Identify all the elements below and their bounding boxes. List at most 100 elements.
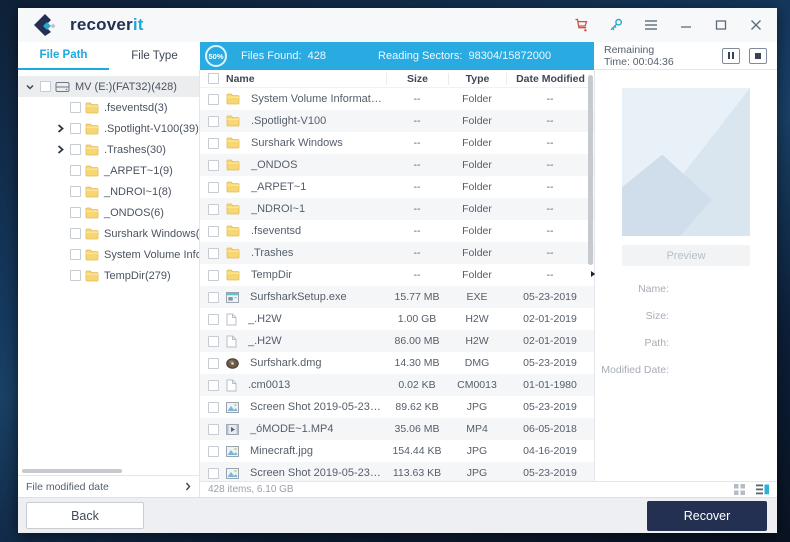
table-row[interactable]: .Spotlight-V100--Folder-- — [200, 110, 594, 132]
file-name: Minecraft.jpg — [250, 445, 313, 457]
checkbox[interactable] — [70, 228, 81, 239]
tree-item[interactable]: .fseventsd(3) — [18, 97, 199, 118]
table-row[interactable]: Surfshark.dmg14.30 MBDMG05-23-2019 — [200, 352, 594, 374]
table-row[interactable]: _ARPET~1--Folder-- — [200, 176, 594, 198]
tree-item[interactable]: _NDROI~1(8) — [18, 181, 199, 202]
checkbox[interactable] — [208, 270, 219, 281]
checkbox[interactable] — [70, 144, 81, 155]
select-all-checkbox[interactable] — [208, 73, 219, 84]
key-icon[interactable] — [607, 16, 625, 34]
checkbox[interactable] — [208, 116, 219, 127]
file-modified-date-footer[interactable]: File modified date — [18, 475, 199, 497]
column-name[interactable]: Name — [226, 73, 386, 85]
table-row[interactable]: Screen Shot 2019-05-23 at 15.24.17.j...8… — [200, 396, 594, 418]
file-date: -- — [506, 225, 594, 237]
column-type[interactable]: Type — [448, 73, 506, 85]
file-date: -- — [506, 203, 594, 215]
checkbox[interactable] — [208, 358, 219, 369]
tree-item-label: .Trashes(30) — [104, 144, 166, 156]
preview-button[interactable]: Preview — [622, 245, 750, 266]
cart-icon[interactable] — [572, 16, 590, 34]
table-row[interactable]: .Trashes--Folder-- — [200, 242, 594, 264]
tree-item[interactable]: Surshark Windows(21) — [18, 223, 199, 244]
file-size: 15.77 MB — [386, 291, 448, 303]
checkbox[interactable] — [208, 314, 219, 325]
file-size: -- — [386, 159, 448, 171]
table-row[interactable]: _ONDOS--Folder-- — [200, 154, 594, 176]
table-row[interactable]: _óMODE~1.MP435.06 MBMP406-05-2018 — [200, 418, 594, 440]
checkbox[interactable] — [208, 292, 219, 303]
chevron-right-icon[interactable] — [54, 145, 66, 154]
checkbox[interactable] — [208, 226, 219, 237]
column-date-modified[interactable]: Date Modified — [506, 73, 594, 85]
chevron-down-icon[interactable] — [24, 83, 36, 91]
menu-icon[interactable] — [642, 16, 660, 34]
table-row[interactable]: _NDROI~1--Folder-- — [200, 198, 594, 220]
tree-item[interactable]: _ONDOS(6) — [18, 202, 199, 223]
file-type: Folder — [448, 247, 506, 259]
checkbox[interactable] — [70, 186, 81, 197]
minimize-icon[interactable] — [677, 16, 695, 34]
checkbox[interactable] — [208, 402, 219, 413]
maximize-icon[interactable] — [712, 16, 730, 34]
checkbox[interactable] — [208, 336, 219, 347]
checkbox[interactable] — [70, 270, 81, 281]
tree-item[interactable]: TempDir(279) — [18, 265, 199, 286]
list-view-icon[interactable] — [756, 484, 769, 495]
checkbox[interactable] — [70, 249, 81, 260]
checkbox[interactable] — [208, 160, 219, 171]
checkbox[interactable] — [208, 248, 219, 259]
vertical-scrollbar[interactable] — [588, 75, 593, 265]
chevron-right-icon[interactable] — [54, 124, 66, 133]
remaining-time: Remaining Time: 00:04:36 — [594, 42, 777, 70]
stop-button[interactable] — [749, 48, 767, 64]
tree-root-drive[interactable]: MV (E:)(FAT32)(428) — [18, 76, 199, 97]
tab-file-type[interactable]: File Type — [109, 42, 200, 70]
table-row[interactable]: _.H2W86.00 MBH2W02-01-2019 — [200, 330, 594, 352]
table-row[interactable]: Minecraft.jpg154.44 KBJPG04-16-2019 — [200, 440, 594, 462]
table-row[interactable]: Screen Shot 2019-05-23 at 15.24.45.j...1… — [200, 462, 594, 481]
tree-item-label: Surshark Windows(21) — [104, 228, 199, 240]
grid-view-icon[interactable] — [734, 484, 745, 495]
pause-button[interactable] — [722, 48, 740, 64]
table-row[interactable]: .fseventsd--Folder-- — [200, 220, 594, 242]
checkbox[interactable] — [208, 182, 219, 193]
checkbox[interactable] — [208, 94, 219, 105]
tree-item[interactable]: .Spotlight-V100(39) — [18, 118, 199, 139]
checkbox[interactable] — [70, 165, 81, 176]
file-name: Surshark Windows — [251, 137, 343, 149]
checkbox[interactable] — [70, 102, 81, 113]
modified-date-field-label: Modified Date: — [595, 364, 669, 391]
table-row[interactable]: Surshark Windows--Folder-- — [200, 132, 594, 154]
checkbox[interactable] — [208, 446, 219, 457]
panel-expander-icon[interactable] — [590, 270, 596, 278]
back-button[interactable]: Back — [26, 502, 144, 529]
checkbox[interactable] — [208, 204, 219, 215]
tree-item[interactable]: _ARPET~1(9) — [18, 160, 199, 181]
table-row[interactable]: .cm00130.02 KBCM001301-01-1980 — [200, 374, 594, 396]
checkbox[interactable] — [208, 424, 219, 435]
column-size[interactable]: Size — [386, 73, 448, 85]
table-row[interactable]: _.H2W1.00 GBH2W02-01-2019 — [200, 308, 594, 330]
tree-item[interactable]: .Trashes(30) — [18, 139, 199, 160]
table-row[interactable]: System Volume Information--Folder-- — [200, 88, 594, 110]
tab-file-path[interactable]: File Path — [18, 42, 109, 70]
checkbox[interactable] — [208, 468, 219, 479]
tree-item-label: .fseventsd(3) — [104, 102, 168, 114]
tree-item[interactable]: System Volume Information(5) — [18, 244, 199, 265]
folder-icon — [85, 270, 99, 282]
horizontal-scrollbar[interactable] — [18, 467, 199, 475]
file-date: -- — [506, 93, 594, 105]
file-date: 05-23-2019 — [506, 291, 594, 303]
checkbox[interactable] — [40, 81, 51, 92]
table-row[interactable]: TempDir--Folder-- — [200, 264, 594, 286]
path-field-label: Path: — [595, 337, 669, 364]
checkbox[interactable] — [70, 207, 81, 218]
table-row[interactable]: SurfsharkSetup.exe15.77 MBEXE05-23-2019 — [200, 286, 594, 308]
folder-icon — [85, 165, 99, 177]
checkbox[interactable] — [70, 123, 81, 134]
checkbox[interactable] — [208, 138, 219, 149]
checkbox[interactable] — [208, 380, 219, 391]
recover-button[interactable]: Recover — [647, 501, 767, 531]
close-icon[interactable] — [747, 16, 765, 34]
